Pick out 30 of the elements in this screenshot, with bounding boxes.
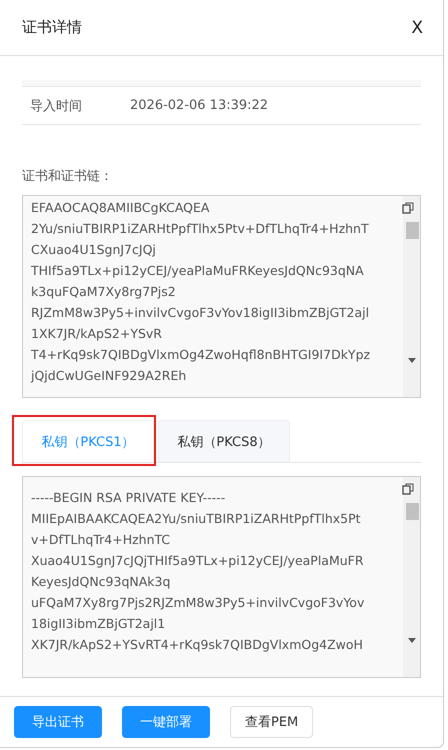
code-line: EFAAOCAQ8AMIIBCgKCAQEA	[31, 199, 210, 217]
code-line: CXuao4U1SgnJ7cJQj	[31, 241, 157, 259]
code-line: -----BEGIN RSA PRIVATE KEY-----	[31, 489, 226, 507]
field-value: 2026-02-06 13:39:22	[130, 98, 268, 113]
action-button[interactable]: 查看PEM	[230, 706, 314, 738]
dialog-title: 证书详情	[22, 18, 82, 37]
scrollbar[interactable]	[403, 196, 420, 397]
code-line: jQjdCwUGeINF929A2REh	[31, 367, 188, 385]
field-label: 导入时间	[29, 98, 83, 114]
scrollbar[interactable]	[403, 477, 420, 677]
copy-icon[interactable]	[402, 202, 414, 214]
private-key-text-area[interactable]	[22, 476, 421, 678]
code-line: k3quFQaM7Xy8rg7Pjs2	[31, 283, 177, 301]
section-label: 证书和证书链：	[22, 168, 114, 185]
code-line: RJZmM8w3Py5+invilvCvgoF3vYov18igII3ibmZBjGT2ajl	[31, 304, 370, 322]
code-line: 18igII3ibmZBjGT2ajl1	[31, 615, 166, 633]
code-line: 1XK7JR/kApS2+YSvR	[31, 325, 163, 343]
tab[interactable]: 私钥（PKCS8）	[158, 420, 290, 463]
code-line: v+DfTLhqTr4+HzhnTC	[31, 531, 172, 549]
code-line: T4+rKq9sk7QIBDgVlxmOg4ZwoHqfl8nBHTGI9I7DkYpz	[31, 346, 372, 364]
code-line: KeyesJdQNc93qNAk3q	[31, 573, 172, 591]
code-line: MIIEpAIBAAKCAQEA2Yu/sniuTBIRP1iZARHtPpfTlhx5Pt	[31, 510, 362, 528]
code-line: 2Yu/sniuTBIRP1iZARHtPpfTlhx5Ptv+DfTLhqTr4+HzhnT	[31, 220, 370, 238]
code-line: uFQaM7Xy8rg7Pjs2RJZmM8w3Py5+invilvCvgoF3vYov	[31, 594, 366, 612]
code-line: THIf5a9TLx+pi12yCEJ/yeaPlaMuFRKeyesJdQNc93qNA	[31, 262, 365, 280]
code-line: Xuao4U1SgnJ7cJQjTHIf5a9TLx+pi12yCEJ/yeaPlaMuFR	[31, 552, 365, 570]
close-button[interactable]: X	[411, 18, 423, 38]
certificate-text-area[interactable]	[22, 195, 421, 398]
code-line: XK7JR/kApS2+YSvRT4+rKq9sk7QIBDgVlxmOg4ZwoH	[31, 636, 364, 654]
copy-icon[interactable]	[402, 483, 414, 495]
